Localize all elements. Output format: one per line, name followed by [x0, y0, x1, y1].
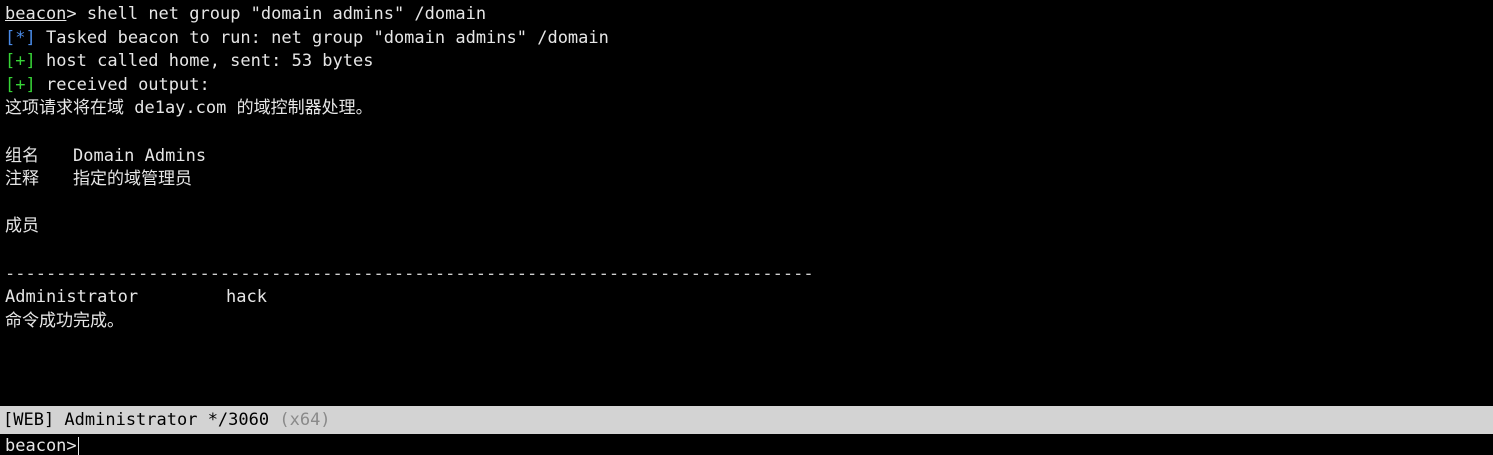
- beacon-status-bar: [WEB] Administrator */3060 (x64): [0, 406, 1493, 434]
- info-tag: [*]: [5, 27, 36, 48]
- group-name-label: 组名: [5, 145, 39, 166]
- command-text: shell net group "domain admins" /domain: [86, 4, 487, 24]
- comment-label: 注释: [5, 169, 39, 190]
- status-arch: (x64): [279, 410, 331, 430]
- beacon-console-output[interactable]: beacon> shell net group "domain admins" …: [5, 3, 1485, 403]
- command-input-bar[interactable]: beacon>: [0, 434, 1493, 455]
- status-text: [WEB] Administrator */3060: [3, 410, 270, 430]
- tasked-line: [*] Tasked beacon to run: net group "dom…: [5, 27, 1485, 51]
- group-name-row: 组名 Domain Admins: [5, 145, 1485, 169]
- members-row: Administrator hack: [5, 286, 1485, 310]
- called-home-line: [+] host called home, sent: 53 bytes: [5, 50, 1485, 74]
- received-output-line: [+] received output:: [5, 74, 1485, 98]
- tasked-text: Tasked beacon to run: net group "domain …: [35, 27, 609, 48]
- beacon-prompt-link[interactable]: beacon: [5, 4, 66, 24]
- output-intro: 这项请求将在域 de1ay.com 的域控制器处理。: [5, 98, 373, 119]
- member-name: hack: [226, 287, 267, 308]
- input-prompt: beacon>: [5, 436, 77, 455]
- member-name: Administrator: [5, 287, 139, 308]
- received-output-text: received output:: [35, 74, 210, 95]
- prompt-suffix: >: [66, 4, 87, 24]
- comment-value: 指定的域管理员: [73, 169, 192, 190]
- success-tag: [+]: [5, 74, 36, 95]
- members-label: 成员: [5, 216, 39, 237]
- text-cursor: [77, 437, 79, 455]
- called-home-text: host called home, sent: 53 bytes: [35, 51, 374, 72]
- comment-row: 注释 指定的域管理员: [5, 168, 1485, 192]
- separator-line: ----------------------------------------…: [5, 263, 814, 284]
- success-tag: [+]: [5, 51, 36, 72]
- command-line: beacon> shell net group "domain admins" …: [5, 3, 1485, 27]
- success-message: 命令成功完成。: [5, 310, 124, 331]
- group-name-value: Domain Admins: [73, 145, 207, 166]
